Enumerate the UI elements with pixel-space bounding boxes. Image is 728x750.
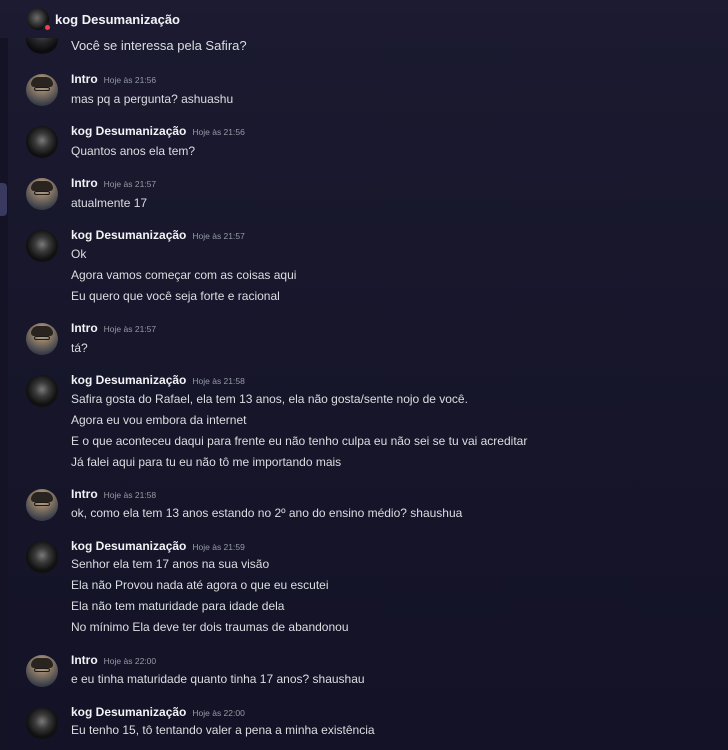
message-list: Você se interessa pela Safira? Intro Hoj… (0, 0, 728, 750)
message-text: Eu quero que você seja forte e racional (71, 289, 280, 303)
message-text: tá? (71, 341, 88, 355)
message-text: e eu tinha maturidade quanto tinha 17 an… (71, 672, 365, 686)
username[interactable]: kog Desumanização (71, 124, 186, 138)
message-text: Ela não Provou nada até agora o que eu e… (71, 578, 329, 592)
timestamp: Hoje às 21:56 (192, 127, 245, 137)
avatar[interactable] (26, 707, 58, 739)
avatar[interactable] (26, 541, 58, 573)
avatar[interactable] (27, 8, 52, 32)
username[interactable]: kog Desumanização (71, 228, 186, 242)
message-text: atualmente 17 (71, 196, 148, 210)
username[interactable]: Intro (71, 321, 98, 335)
timestamp: Hoje às 21:58 (192, 376, 245, 386)
avatar[interactable] (26, 323, 58, 355)
username[interactable]: Intro (71, 72, 98, 86)
channel-title[interactable]: kog Desumanização (55, 12, 180, 27)
avatar[interactable] (26, 655, 58, 687)
message-text: ok, como ela tem 13 anos estando no 2º a… (71, 506, 463, 520)
message-text: Eu tenho 15, tô tentando valer a pena a … (71, 723, 375, 737)
timestamp: Hoje às 21:57 (192, 231, 245, 241)
dm-header: kog Desumanização (0, 0, 728, 38)
message-text: Safira gosta do Rafael, ela tem 13 anos,… (71, 392, 468, 406)
status-dnd-icon (43, 23, 52, 32)
avatar[interactable] (26, 126, 58, 158)
message-text: No mínimo Ela deve ter dois traumas de a… (71, 620, 349, 634)
username[interactable]: Intro (71, 653, 98, 667)
message-text: E o que aconteceu daqui para frente eu n… (71, 434, 528, 448)
timestamp: Hoje às 21:58 (103, 490, 157, 500)
username[interactable]: Intro (71, 487, 98, 501)
message-text: Já falei aqui para tu eu não tô me impor… (71, 455, 342, 469)
timestamp: Hoje às 21:57 (103, 324, 157, 334)
message-text: mas pq a pergunta? ashuashu (71, 92, 234, 106)
message-text: Ok (71, 247, 87, 261)
avatar[interactable] (26, 230, 58, 262)
message-text: Agora vamos começar com as coisas aqui (71, 268, 297, 282)
timestamp: Hoje às 21:59 (192, 542, 245, 552)
timestamp: Hoje às 21:57 (103, 179, 157, 189)
message-text: Quantos anos ela tem? (71, 144, 196, 158)
message-text: Senhor ela tem 17 anos na sua visão (71, 557, 270, 571)
message-text: Agora eu vou embora da internet (71, 413, 247, 427)
timestamp: Hoje às 22:00 (192, 708, 245, 718)
avatar[interactable] (26, 375, 58, 407)
avatar[interactable] (26, 489, 58, 521)
avatar[interactable] (26, 74, 58, 106)
timestamp: Hoje às 21:56 (103, 75, 157, 85)
message-text: Você se interessa pela Safira? (71, 38, 247, 53)
username[interactable]: Intro (71, 176, 98, 190)
timestamp: Hoje às 22:00 (103, 656, 157, 666)
avatar[interactable] (26, 178, 58, 210)
message-text: Ela não tem maturidade para idade dela (71, 599, 285, 613)
username[interactable]: kog Desumanização (71, 373, 186, 387)
username[interactable]: kog Desumanização (71, 539, 186, 553)
username[interactable]: kog Desumanização (71, 705, 186, 719)
